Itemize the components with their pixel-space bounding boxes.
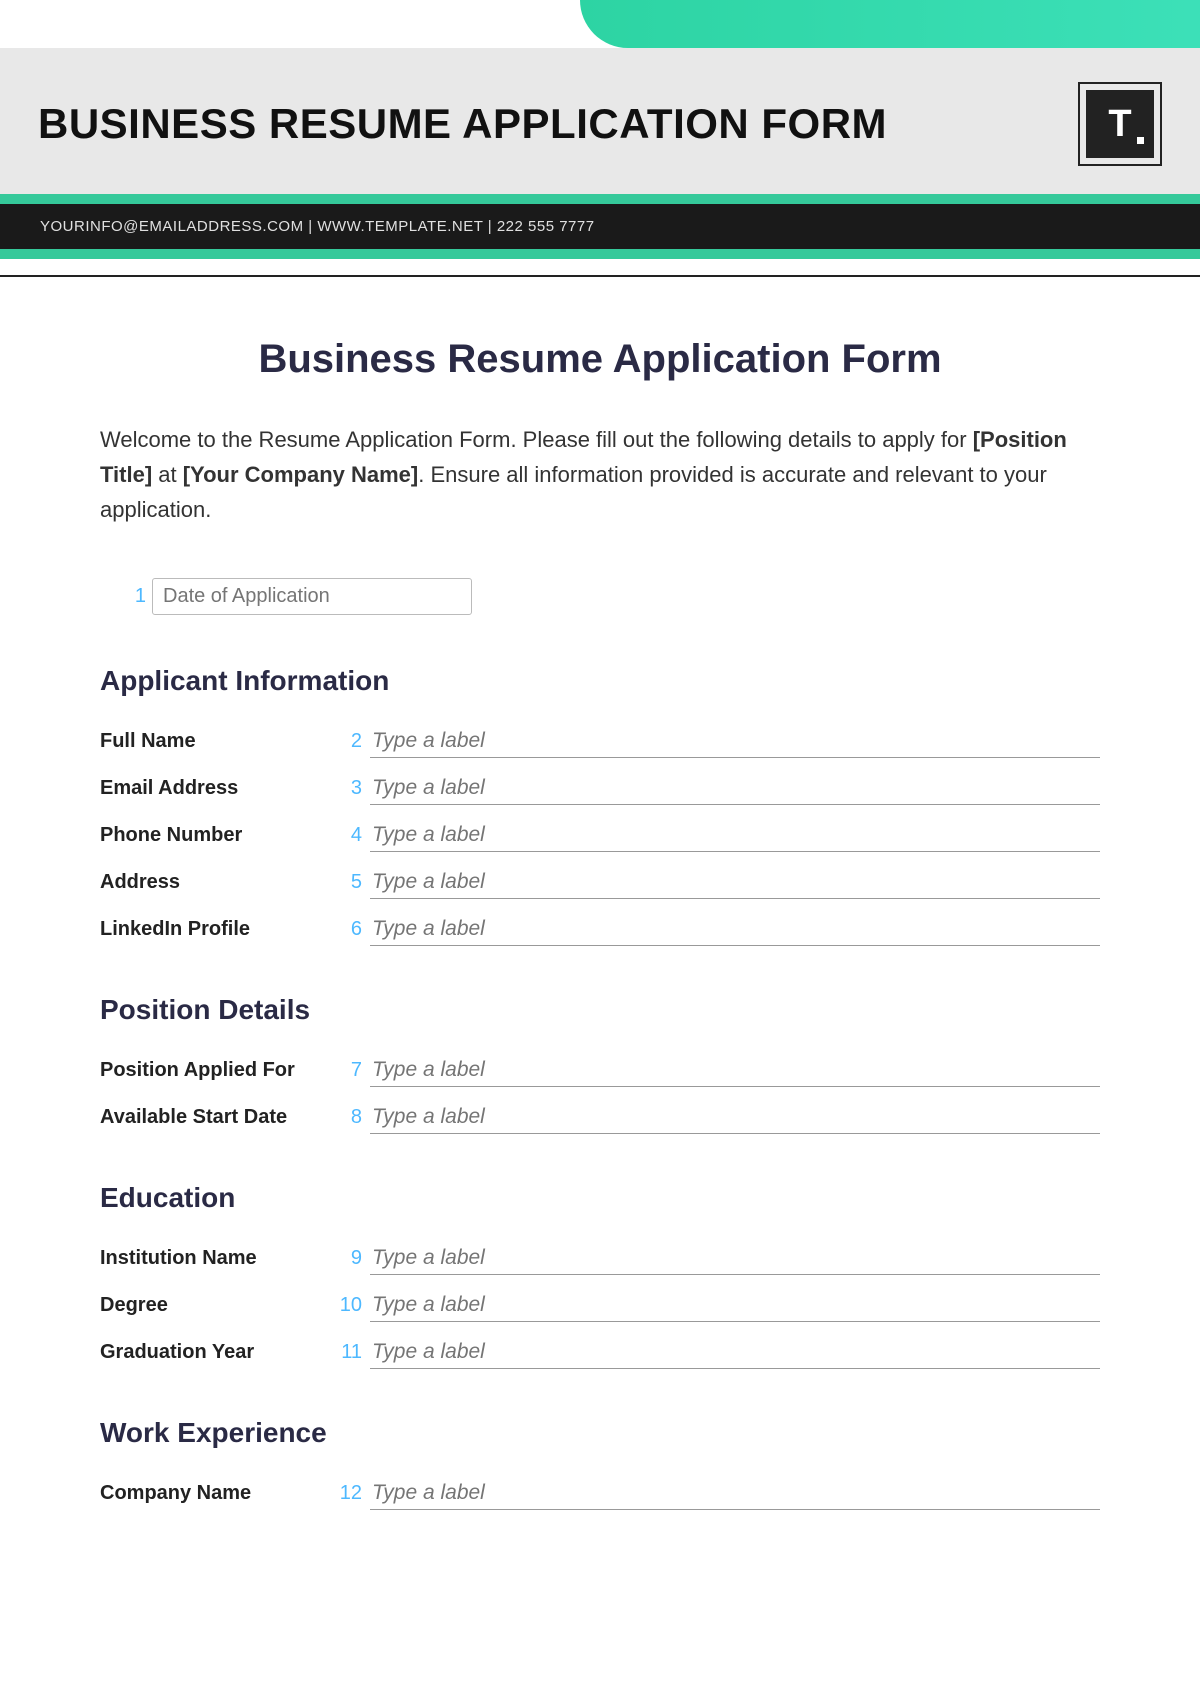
- top-accent: [580, 0, 1200, 48]
- field-number: 5: [330, 871, 362, 894]
- field-label: LinkedIn Profile: [100, 918, 330, 941]
- field-row: Full Name2: [100, 725, 1100, 758]
- logo: T: [1078, 82, 1162, 166]
- field-number: 3: [330, 777, 362, 800]
- section-title: Applicant Information: [100, 665, 1100, 697]
- accent-strip: [0, 194, 1200, 204]
- page-title: BUSINESS RESUME APPLICATION FORM: [38, 99, 887, 149]
- field-number: 6: [330, 918, 362, 941]
- field-number: 7: [330, 1059, 362, 1082]
- field-row: Address5: [100, 866, 1100, 899]
- field-row: Position Applied For7: [100, 1054, 1100, 1087]
- section-title: Education: [100, 1182, 1100, 1214]
- field-number: 9: [330, 1247, 362, 1270]
- text-input[interactable]: [370, 913, 1100, 946]
- logo-icon: T: [1086, 90, 1154, 158]
- intro-paragraph: Welcome to the Resume Application Form. …: [100, 422, 1100, 528]
- field-row: Graduation Year11: [100, 1336, 1100, 1369]
- field-label: Institution Name: [100, 1247, 330, 1270]
- field-label: Company Name: [100, 1482, 330, 1505]
- field-row: Email Address3: [100, 772, 1100, 805]
- field-label: Degree: [100, 1294, 330, 1317]
- field-row: Company Name12: [100, 1477, 1100, 1510]
- header-area: BUSINESS RESUME APPLICATION FORM T: [0, 48, 1200, 194]
- accent-strip: [0, 249, 1200, 259]
- text-input[interactable]: [370, 819, 1100, 852]
- form-section: Work Experience Company Name12: [100, 1417, 1100, 1510]
- field-number: 2: [330, 730, 362, 753]
- form-section: Education Institution Name9 Degree10 Gradua…: [100, 1182, 1100, 1369]
- fade-overlay: [0, 1621, 1200, 1701]
- text-input[interactable]: [370, 1336, 1100, 1369]
- top-bar: [0, 0, 1200, 48]
- field-number: 11: [330, 1341, 362, 1364]
- field-row: Institution Name9: [100, 1242, 1100, 1275]
- field-number: 4: [330, 824, 362, 847]
- field-label: Email Address: [100, 777, 330, 800]
- field-number: 1: [122, 585, 146, 608]
- field-number: 12: [330, 1482, 362, 1505]
- form-section: Applicant Information Full Name2 Email Add…: [100, 665, 1100, 946]
- logo-dot-icon: [1137, 137, 1144, 144]
- intro-text: at: [152, 462, 183, 487]
- field-label: Address: [100, 871, 330, 894]
- intro-placeholder: [Your Company Name]: [183, 462, 419, 487]
- text-input[interactable]: [370, 1242, 1100, 1275]
- field-label: Phone Number: [100, 824, 330, 847]
- document-content: Business Resume Application Form Welcome…: [0, 277, 1200, 1578]
- section-title: Work Experience: [100, 1417, 1100, 1449]
- text-input[interactable]: [370, 1477, 1100, 1510]
- field-row: Degree10: [100, 1289, 1100, 1322]
- form-section: Position Details Position Applied For7 Ava…: [100, 994, 1100, 1134]
- text-input[interactable]: [370, 725, 1100, 758]
- text-input[interactable]: [370, 1289, 1100, 1322]
- section-title: Position Details: [100, 994, 1100, 1026]
- field-number: 8: [330, 1106, 362, 1129]
- contact-bar: YOURINFO@EMAILADDRESS.COM | WWW.TEMPLATE…: [0, 204, 1200, 249]
- field-label: Full Name: [100, 730, 330, 753]
- field-label: Position Applied For: [100, 1059, 330, 1082]
- text-input[interactable]: [370, 772, 1100, 805]
- date-of-application-input[interactable]: [152, 578, 472, 615]
- field-row: LinkedIn Profile6: [100, 913, 1100, 946]
- document-title: Business Resume Application Form: [100, 337, 1100, 382]
- text-input[interactable]: [370, 1101, 1100, 1134]
- text-input[interactable]: [370, 1054, 1100, 1087]
- field-row: Phone Number4: [100, 819, 1100, 852]
- field-number: 10: [330, 1294, 362, 1317]
- field-label: Graduation Year: [100, 1341, 330, 1364]
- field-label: Available Start Date: [100, 1106, 330, 1129]
- logo-text: T: [1108, 103, 1131, 146]
- intro-text: Welcome to the Resume Application Form. …: [100, 427, 973, 452]
- field-row: Available Start Date8: [100, 1101, 1100, 1134]
- date-field-row: 1: [100, 578, 1100, 615]
- text-input[interactable]: [370, 866, 1100, 899]
